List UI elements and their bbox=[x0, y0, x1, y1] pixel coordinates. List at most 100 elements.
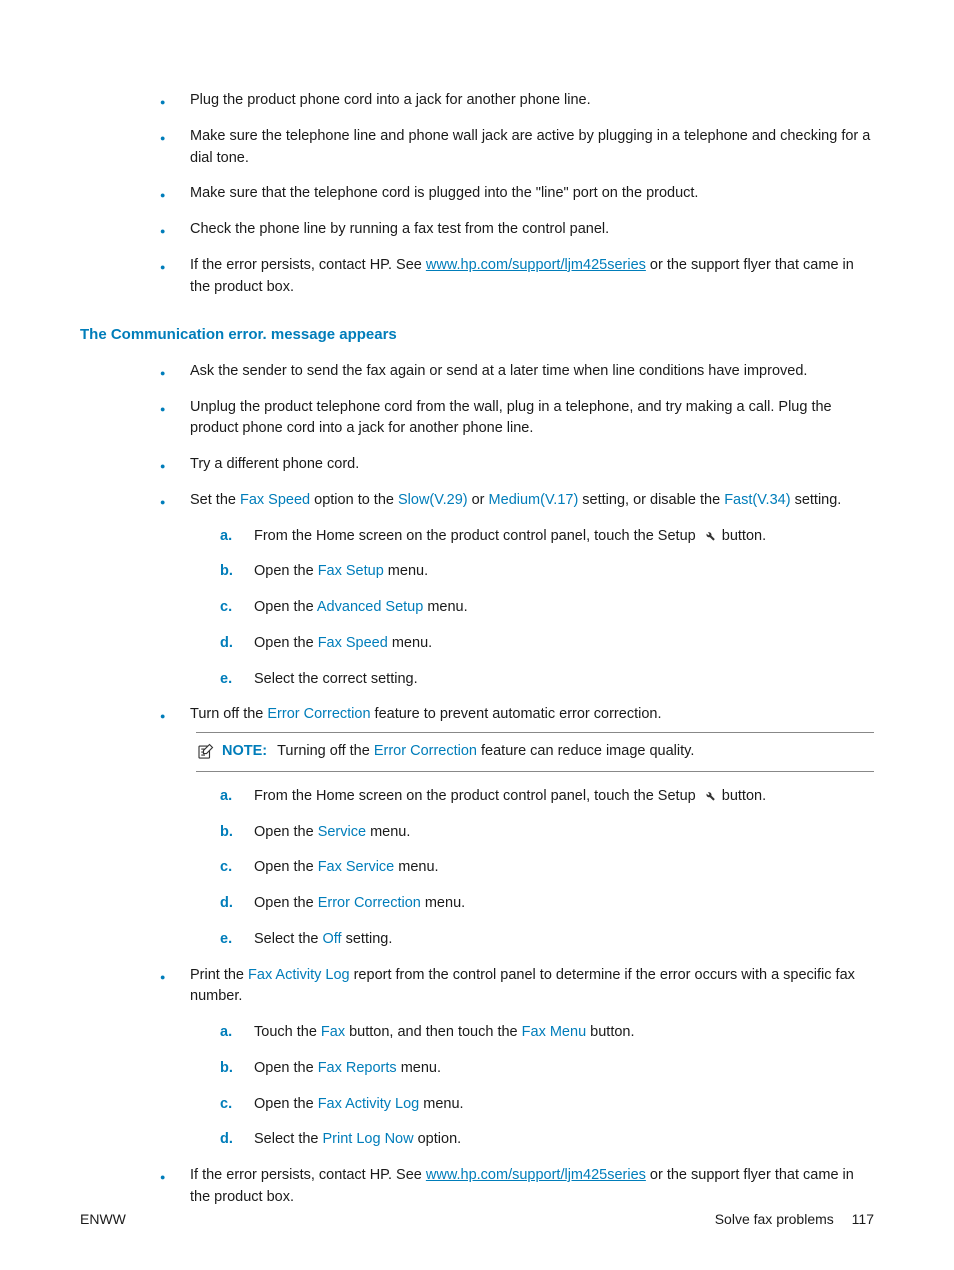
list-item: Make sure the telephone line and phone w… bbox=[160, 126, 874, 170]
text: menu. bbox=[421, 895, 465, 911]
list-item: If the error persists, contact HP. See w… bbox=[160, 1165, 874, 1209]
ui-term: Fax Activity Log bbox=[248, 967, 350, 983]
footer-left: ENWW bbox=[80, 1209, 126, 1230]
substep: Select the Off setting. bbox=[220, 929, 874, 951]
list-item: Print the Fax Activity Log report from t… bbox=[160, 965, 874, 1152]
text: option to the bbox=[310, 492, 398, 508]
text: button, and then touch the bbox=[345, 1024, 522, 1040]
note-box: NOTE: Turning off the Error Correction f… bbox=[196, 732, 874, 772]
text: feature can reduce image quality. bbox=[481, 741, 694, 763]
text: Open the bbox=[254, 824, 318, 840]
substeps: From the Home screen on the product cont… bbox=[190, 526, 874, 691]
text: Check the phone line by running a fax te… bbox=[190, 221, 609, 237]
page-number: 117 bbox=[852, 1211, 874, 1227]
section-heading: The Communication error. message appears bbox=[80, 324, 874, 347]
support-link[interactable]: www.hp.com/support/ljm425series bbox=[426, 1167, 646, 1183]
text: Open the bbox=[254, 635, 318, 651]
ui-term: Fax Menu bbox=[522, 1024, 586, 1040]
text: From the Home screen on the product cont… bbox=[254, 528, 700, 544]
text: Open the bbox=[254, 599, 317, 615]
ui-term: Fax Reports bbox=[318, 1060, 397, 1076]
text: Open the bbox=[254, 563, 318, 579]
footer-section: Solve fax problems bbox=[715, 1211, 834, 1227]
text: Open the bbox=[254, 1060, 318, 1076]
footer-right: Solve fax problems 117 bbox=[715, 1209, 874, 1230]
text: Plug the product phone cord into a jack … bbox=[190, 92, 591, 108]
text: Unplug the product telephone cord from t… bbox=[190, 399, 832, 437]
text: setting, or disable the bbox=[578, 492, 724, 508]
setup-wrench-icon bbox=[702, 528, 716, 542]
text: menu. bbox=[384, 563, 428, 579]
list-item: Unplug the product telephone cord from t… bbox=[160, 397, 874, 441]
support-link[interactable]: www.hp.com/support/ljm425series bbox=[426, 257, 646, 273]
page-footer: ENWW Solve fax problems 117 bbox=[80, 1209, 874, 1230]
substep: Open the Fax Reports menu. bbox=[220, 1058, 874, 1080]
substep: From the Home screen on the product cont… bbox=[220, 786, 874, 808]
ui-term: Service bbox=[318, 824, 366, 840]
ui-term: Fax Speed bbox=[240, 492, 310, 508]
substep: Open the Fax Service menu. bbox=[220, 857, 874, 879]
text: setting. bbox=[342, 931, 393, 947]
ui-term: Fast(V.34) bbox=[724, 492, 790, 508]
text: feature to prevent automatic error corre… bbox=[371, 706, 662, 722]
ui-term: Fax bbox=[321, 1024, 345, 1040]
ui-term: Error Correction bbox=[318, 895, 421, 911]
text: or bbox=[468, 492, 489, 508]
substep: Open the Fax Activity Log menu. bbox=[220, 1094, 874, 1116]
substep: Open the Fax Speed menu. bbox=[220, 633, 874, 655]
substeps: Touch the Fax button, and then touch the… bbox=[190, 1022, 874, 1151]
list-item: Make sure that the telephone cord is plu… bbox=[160, 183, 874, 205]
text: Turning off the bbox=[277, 741, 370, 763]
ui-term: Print Log Now bbox=[323, 1131, 414, 1147]
list-item: Check the phone line by running a fax te… bbox=[160, 219, 874, 241]
ui-term: Fax Setup bbox=[318, 563, 384, 579]
setup-wrench-icon bbox=[702, 788, 716, 802]
ui-term: Error Correction bbox=[267, 706, 370, 722]
text: Open the bbox=[254, 895, 318, 911]
substeps: From the Home screen on the product cont… bbox=[190, 786, 874, 951]
ui-term: Off bbox=[323, 931, 342, 947]
ui-term: Advanced Setup bbox=[317, 599, 423, 615]
text: Open the bbox=[254, 859, 318, 875]
substep: Open the Fax Setup menu. bbox=[220, 561, 874, 583]
substep: Select the Print Log Now option. bbox=[220, 1129, 874, 1151]
substep: Touch the Fax button, and then touch the… bbox=[220, 1022, 874, 1044]
text: Turn off the bbox=[190, 706, 267, 722]
substep: Open the Service menu. bbox=[220, 822, 874, 844]
list-item: Set the Fax Speed option to the Slow(V.2… bbox=[160, 490, 874, 691]
text: Select the bbox=[254, 1131, 323, 1147]
ui-term: Fax Activity Log bbox=[318, 1096, 420, 1112]
text: From the Home screen on the product cont… bbox=[254, 788, 700, 804]
text: Select the correct setting. bbox=[254, 671, 418, 687]
list-item: If the error persists, contact HP. See w… bbox=[160, 255, 874, 299]
text: Print the bbox=[190, 967, 248, 983]
substep: Open the Advanced Setup menu. bbox=[220, 597, 874, 619]
text: menu. bbox=[388, 635, 432, 651]
list-item: Plug the product phone cord into a jack … bbox=[160, 90, 874, 112]
text: Ask the sender to send the fax again or … bbox=[190, 363, 807, 379]
text: Touch the bbox=[254, 1024, 321, 1040]
note-icon bbox=[196, 743, 214, 761]
text: Make sure that the telephone cord is plu… bbox=[190, 185, 698, 201]
substep: Select the correct setting. bbox=[220, 669, 874, 691]
text: menu. bbox=[366, 824, 410, 840]
substep: From the Home screen on the product cont… bbox=[220, 526, 874, 548]
ui-term: Slow(V.29) bbox=[398, 492, 468, 508]
text: setting. bbox=[791, 492, 842, 508]
text: menu. bbox=[394, 859, 438, 875]
ui-term: Medium(V.17) bbox=[489, 492, 579, 508]
text: button. bbox=[718, 788, 766, 804]
text: If the error persists, contact HP. See bbox=[190, 257, 426, 273]
text: Open the bbox=[254, 1096, 318, 1112]
text: Select the bbox=[254, 931, 323, 947]
text: option. bbox=[414, 1131, 462, 1147]
text: menu. bbox=[419, 1096, 463, 1112]
top-bullet-list: Plug the product phone cord into a jack … bbox=[80, 90, 874, 298]
text: Set the bbox=[190, 492, 240, 508]
text: Try a different phone cord. bbox=[190, 456, 359, 472]
text: If the error persists, contact HP. See bbox=[190, 1167, 426, 1183]
ui-term: Fax Speed bbox=[318, 635, 388, 651]
text: menu. bbox=[423, 599, 467, 615]
text: Make sure the telephone line and phone w… bbox=[190, 128, 870, 166]
note-label: NOTE: bbox=[222, 741, 267, 763]
